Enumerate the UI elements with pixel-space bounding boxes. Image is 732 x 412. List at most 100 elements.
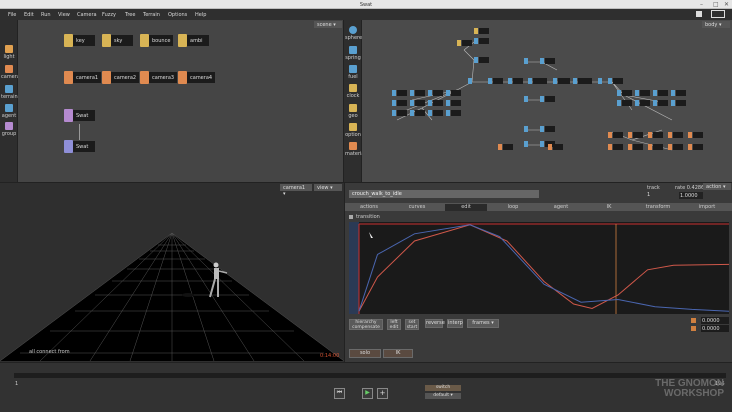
- body-toolbar: sphere spring fuel clock geo option mate…: [344, 20, 364, 182]
- node-sky[interactable]: sky: [102, 34, 133, 47]
- action-dropdown[interactable]: action ▾: [703, 183, 731, 190]
- rewind-icon[interactable]: ⏮: [334, 388, 345, 399]
- tab-ik[interactable]: IK: [589, 204, 629, 211]
- tool-group[interactable]: group: [1, 122, 17, 142]
- menu-view[interactable]: View: [58, 12, 70, 18]
- tool-sphere[interactable]: sphere: [345, 26, 362, 46]
- menu-tree[interactable]: Tree: [125, 12, 135, 18]
- tool-terrain[interactable]: terrain: [1, 85, 18, 105]
- tool-camera[interactable]: camera: [1, 65, 20, 85]
- tab-curves[interactable]: curves: [397, 204, 437, 211]
- set-start-button[interactable]: set start: [405, 319, 419, 330]
- action-name-field[interactable]: crouch_walk_to_idle: [349, 190, 539, 198]
- camera-node-icon: [178, 71, 187, 84]
- node-camera2[interactable]: camera2: [102, 71, 140, 84]
- viewport-time: 0:14:00: [320, 353, 340, 359]
- camera-node-icon: [102, 71, 111, 84]
- play-icon[interactable]: ▶: [362, 388, 373, 399]
- frames-dropdown[interactable]: frames ▾: [467, 319, 499, 328]
- value-field-2[interactable]: 0.0000: [701, 325, 729, 332]
- tool-light[interactable]: light: [1, 45, 17, 65]
- scene-dropdown[interactable]: scene ▾: [314, 21, 342, 28]
- menu-edit[interactable]: Edit: [24, 12, 34, 18]
- left-edit-button[interactable]: left edit: [387, 319, 401, 330]
- action-editor-panel: crouch_walk_to_idle track 1 rate 0.4286 …: [344, 182, 732, 362]
- spring-icon: [349, 46, 357, 54]
- layout-single-icon[interactable]: [696, 11, 702, 17]
- scene-graph-panel[interactable]: scene ▾ key sky bounce ambi camera1 came…: [18, 20, 344, 182]
- scene-toolbar: light camera terrain agent group: [0, 20, 20, 182]
- camera-node-icon: [140, 71, 149, 84]
- close-icon[interactable]: ✕: [724, 1, 729, 8]
- track-value[interactable]: 1: [647, 193, 650, 198]
- brain-node-graph: [392, 28, 703, 151]
- track-label: track: [647, 185, 660, 191]
- app-window: Swat – □ ✕ File Edit Run View Camera Fuz…: [0, 0, 732, 412]
- add-icon[interactable]: +: [377, 388, 388, 399]
- option-icon: [349, 123, 357, 131]
- tool-fuel[interactable]: fuel: [345, 65, 361, 85]
- value-field-1[interactable]: 0.0000: [701, 317, 729, 324]
- title-bar: Swat – □ ✕: [0, 0, 732, 9]
- watermark-logo: THE GNOMON WORKSHOP: [655, 378, 724, 399]
- tab-loop[interactable]: loop: [493, 204, 533, 211]
- tab-agent[interactable]: agent: [541, 204, 581, 211]
- tool-clock[interactable]: clock: [345, 84, 361, 104]
- lock-icon[interactable]: [691, 318, 696, 323]
- menu-options[interactable]: Options: [168, 12, 187, 18]
- agent-icon: [5, 104, 13, 112]
- transition-curve-graph[interactable]: [349, 222, 729, 314]
- node-camera1[interactable]: camera1: [64, 71, 102, 84]
- menu-run[interactable]: Run: [41, 12, 51, 18]
- light-node-icon: [178, 34, 187, 47]
- solo-button[interactable]: solo: [349, 349, 381, 358]
- rate-label: rate 0.4286: [675, 185, 705, 191]
- menu-file[interactable]: File: [8, 12, 16, 18]
- menu-bar: File Edit Run View Camera Fuzzy Tree Ter…: [0, 9, 732, 20]
- clock-icon: [349, 84, 357, 92]
- minimize-icon[interactable]: –: [700, 1, 703, 8]
- tool-geo[interactable]: geo: [345, 104, 361, 124]
- terrain-icon: [5, 85, 13, 93]
- default-dropdown[interactable]: default ▾: [425, 393, 461, 399]
- node-bounce[interactable]: bounce: [140, 34, 174, 47]
- view-dropdown[interactable]: view ▾: [314, 184, 342, 191]
- node-key[interactable]: key: [64, 34, 95, 47]
- timeline-panel: 1 196 ⏮ ▶ + switch default ▾ THE GNOMON …: [0, 362, 732, 412]
- agent-node-icon: [64, 140, 73, 153]
- lock-icon[interactable]: [691, 326, 696, 331]
- timeline-track[interactable]: [14, 373, 726, 378]
- menu-fuzzy[interactable]: Fuzzy: [102, 12, 116, 18]
- hierarchy-compensate-button[interactable]: hierarchy compensate: [349, 319, 383, 330]
- light-node-icon: [64, 34, 73, 47]
- ik-button[interactable]: IK: [383, 349, 413, 358]
- switch-button[interactable]: switch: [425, 385, 461, 391]
- node-swat-group[interactable]: Swat: [64, 109, 95, 122]
- brain-graph-panel[interactable]: body ▾: [362, 20, 732, 182]
- rate-value[interactable]: 1.0000: [679, 192, 703, 199]
- tab-edit[interactable]: edit: [445, 204, 487, 211]
- tab-transform[interactable]: transform: [637, 204, 679, 211]
- 3d-viewport[interactable]: camera1 ▾ view ▾ all connect from 0:14:0…: [0, 182, 344, 362]
- light-node-icon: [102, 34, 111, 47]
- tab-actions[interactable]: actions: [349, 204, 389, 211]
- layout-grid-icon[interactable]: [711, 10, 725, 18]
- tab-import[interactable]: import: [687, 204, 727, 211]
- camera-node-icon: [64, 71, 73, 84]
- interp-button[interactable]: interp: [447, 319, 463, 328]
- transition-toggle-icon[interactable]: [349, 215, 353, 219]
- node-ambi[interactable]: ambi: [178, 34, 209, 47]
- tool-option[interactable]: option: [345, 123, 361, 143]
- node-camera3[interactable]: camera3: [140, 71, 178, 84]
- node-swat-agent[interactable]: Swat: [64, 140, 95, 153]
- tool-materia[interactable]: materia: [345, 142, 364, 162]
- reverse-button[interactable]: reverse: [425, 319, 445, 328]
- camera-dropdown[interactable]: camera1 ▾: [280, 184, 312, 197]
- tool-agent[interactable]: agent: [1, 104, 17, 124]
- tool-spring[interactable]: spring: [345, 46, 361, 66]
- menu-terrain[interactable]: Terrain: [143, 12, 160, 18]
- menu-camera[interactable]: Camera: [77, 12, 97, 18]
- maximize-icon[interactable]: □: [713, 1, 719, 8]
- menu-help[interactable]: Help: [195, 12, 206, 18]
- node-camera4[interactable]: camera4: [178, 71, 216, 84]
